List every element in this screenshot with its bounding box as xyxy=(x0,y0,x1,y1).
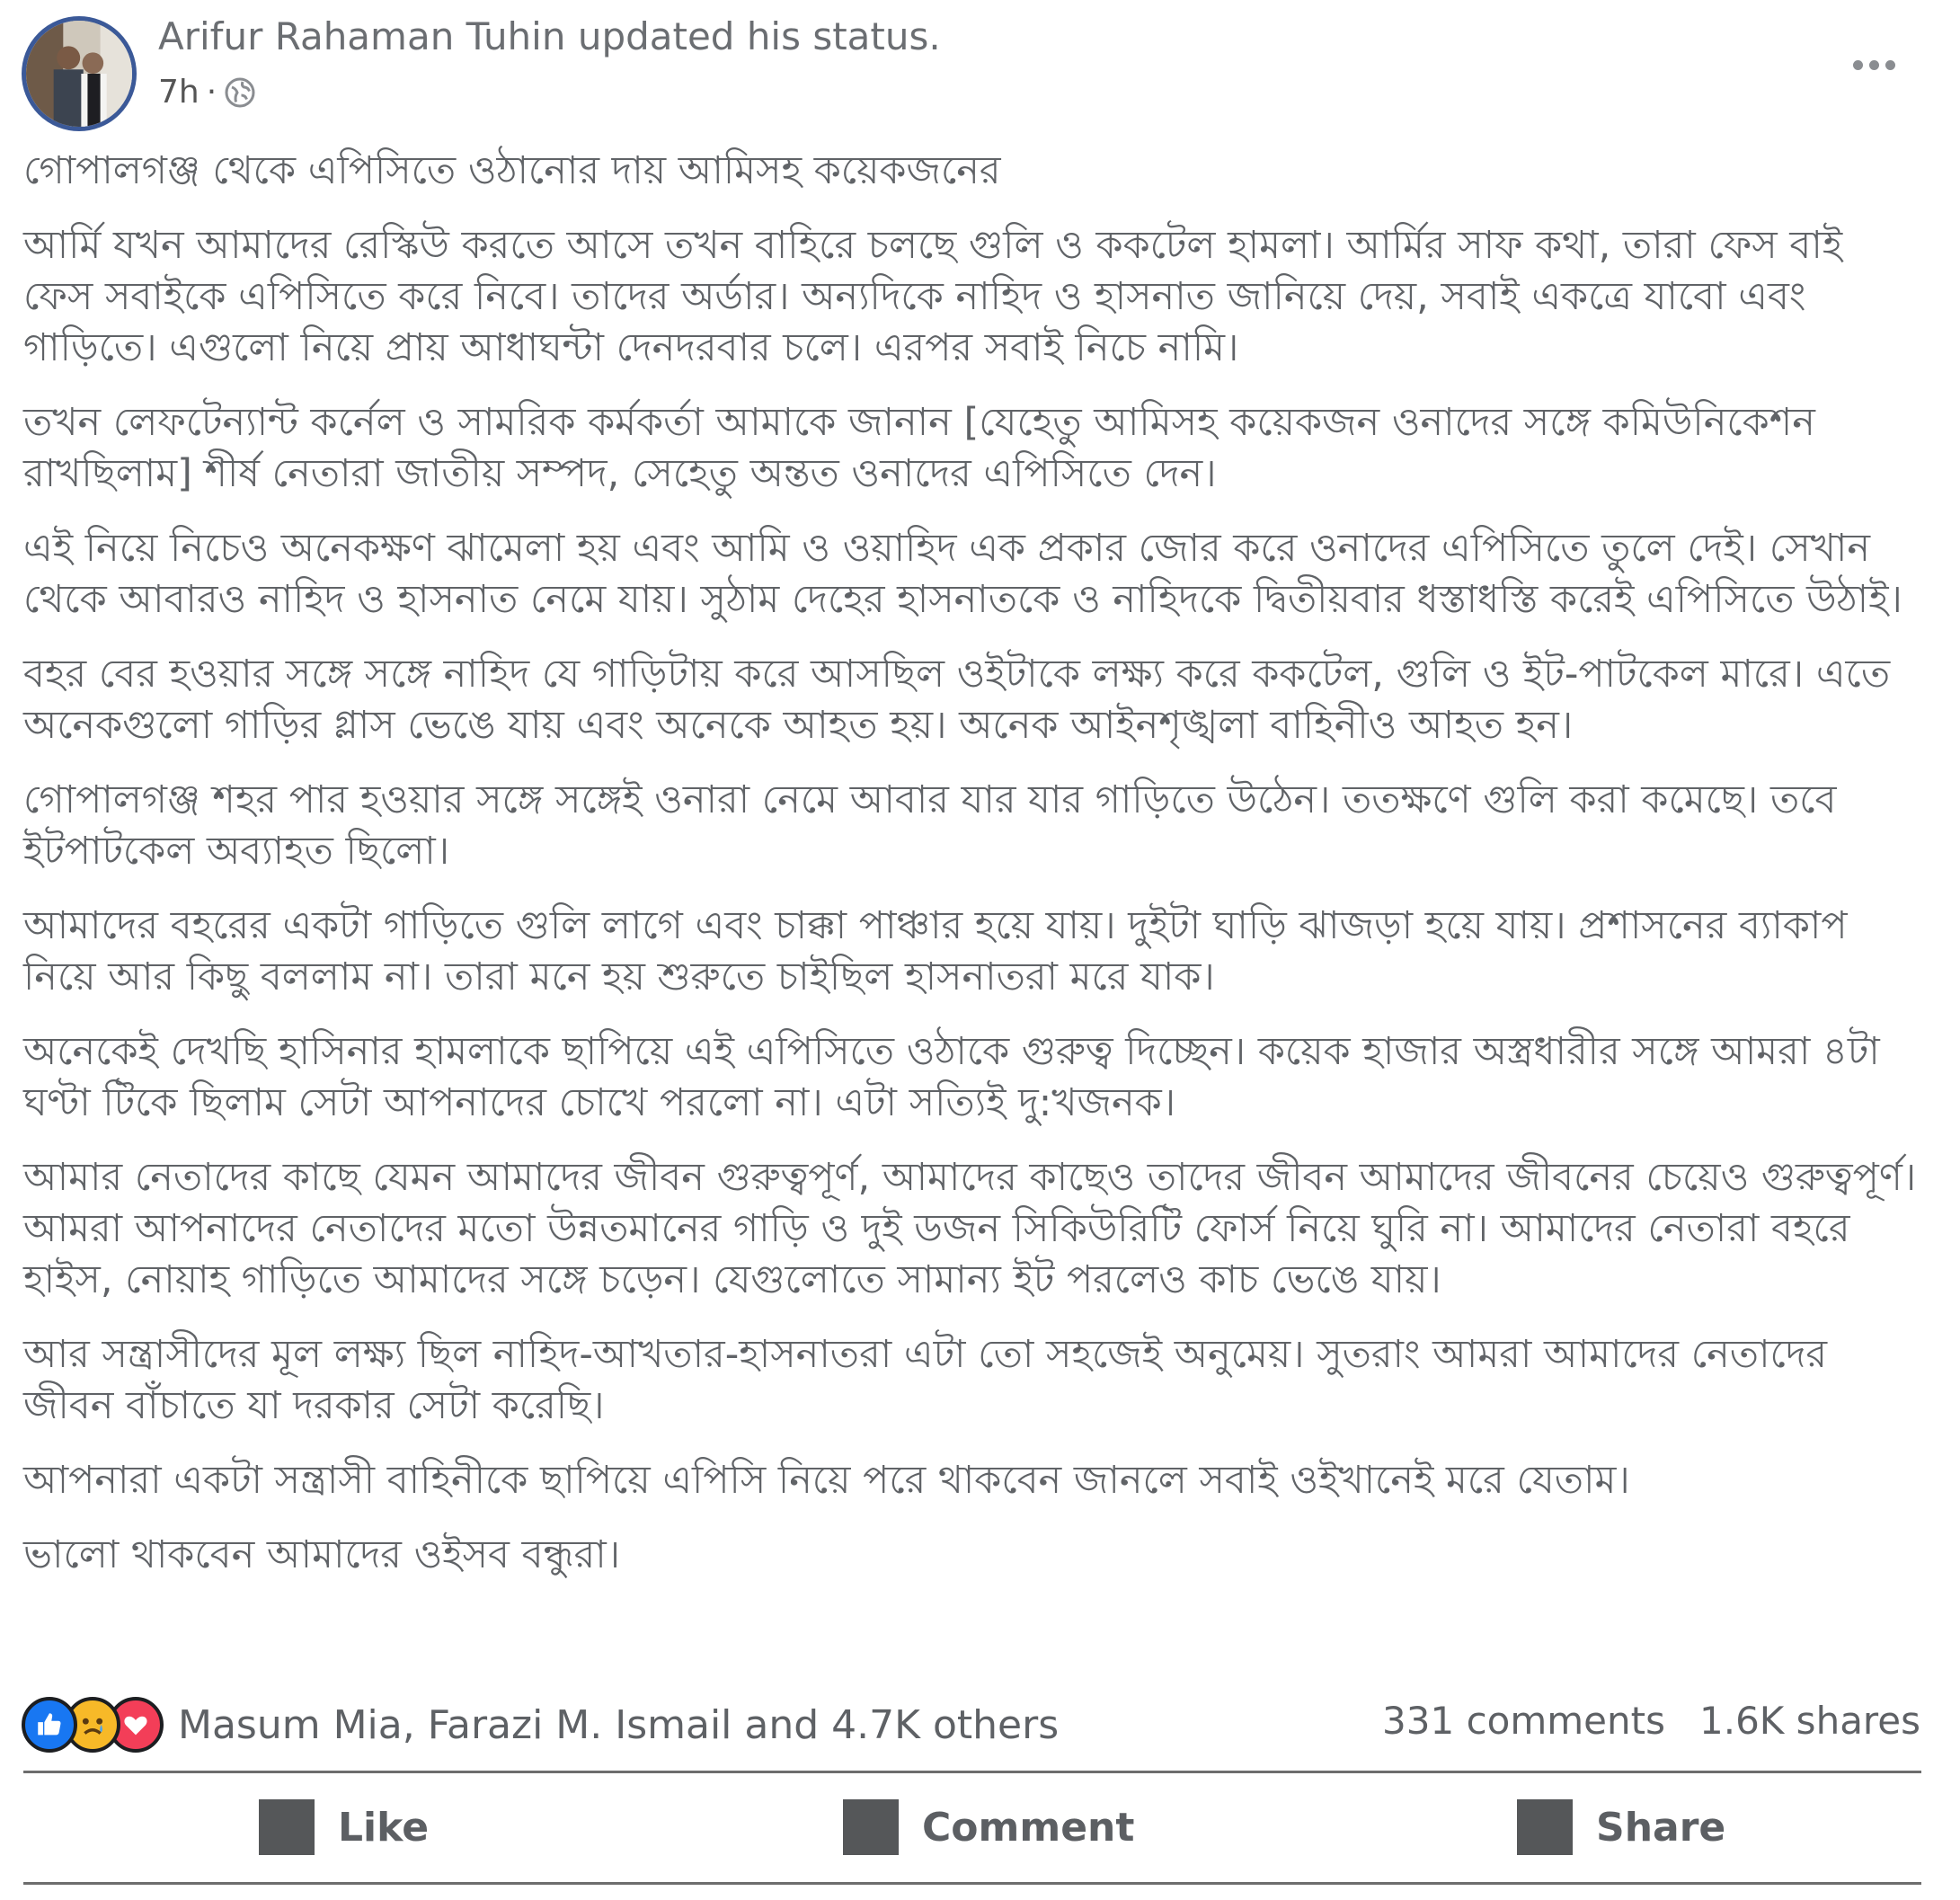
like-button-icon xyxy=(259,1799,315,1855)
share-button-icon xyxy=(1517,1799,1573,1855)
post-meta: 7h · xyxy=(158,74,256,111)
divider xyxy=(23,1771,1921,1773)
shares-count[interactable]: 1.6K shares xyxy=(1699,1699,1920,1743)
like-button[interactable]: Like xyxy=(259,1798,429,1856)
more-options-button[interactable] xyxy=(1842,47,1905,83)
more-dot-icon xyxy=(1852,59,1863,70)
post-paragraph: আমাদের বহরের একটা গাড়িতে গুলি লাগে এবং … xyxy=(23,903,1848,999)
post-author-line[interactable]: Arifur Rahaman Tuhin updated his status. xyxy=(158,14,941,58)
divider xyxy=(23,1882,1921,1885)
avatar[interactable] xyxy=(22,16,137,131)
post-timestamp[interactable]: 7h xyxy=(158,74,200,111)
share-button[interactable]: Share xyxy=(1517,1798,1725,1856)
more-dot-icon xyxy=(1868,59,1879,70)
post-paragraph: এই নিয়ে নিচেও অনেকক্ষণ ঝামেলা হয় এবং আ… xyxy=(23,526,1902,622)
avatar-photo xyxy=(26,21,132,127)
globe-icon[interactable] xyxy=(224,76,256,109)
post-paragraph: আর্মি যখন আমাদের রেস্কিউ করতে আসে তখন বা… xyxy=(23,223,1843,370)
post-paragraph: আমার নেতাদের কাছে যেমন আমাদের জীবন গুরুত… xyxy=(23,1155,1917,1302)
engagement-counts: 331 comments 1.6K shares xyxy=(1382,1699,1920,1743)
post-paragraph: আপনারা একটা সন্ত্রাসী বাহিনীকে ছাপিয়ে এ… xyxy=(23,1458,1630,1503)
comment-button-label: Comment xyxy=(922,1804,1135,1851)
reactors-text[interactable]: Masum Mia, Farazi M. Ismail and 4.7K oth… xyxy=(178,1702,1059,1748)
post-text: গোপালগঞ্জ থেকে এপিসিতে ওঠানোর দায় আমিসহ… xyxy=(23,146,1924,1604)
reactions-summary[interactable]: Masum Mia, Farazi M. Ismail and 4.7K oth… xyxy=(22,1693,1059,1756)
action-bar: Like Comment Share xyxy=(23,1776,1921,1882)
post-paragraph: অনেকেই দেখছি হাসিনার হামলাকে ছাপিয়ে এই … xyxy=(23,1029,1880,1125)
like-icon xyxy=(22,1697,77,1753)
post-paragraph: আর সন্ত্রাসীদের মূল লক্ষ্য ছিল নাহিদ-আখত… xyxy=(23,1332,1828,1428)
post-paragraph: তখন লেফটেন্যান্ট কর্নেল ও সামরিক কর্মকর্… xyxy=(23,400,1815,496)
comments-count[interactable]: 331 comments xyxy=(1382,1699,1665,1743)
comment-button-icon xyxy=(843,1799,899,1855)
status-post: Arifur Rahaman Tuhin updated his status.… xyxy=(0,0,1960,1900)
post-paragraph: গোপালগঞ্জ থেকে এপিসিতে ওঠানোর দায় আমিসহ… xyxy=(23,148,1001,193)
post-paragraph: গোপালগঞ্জ শহর পার হওয়ার সঙ্গে সঙ্গেই ওন… xyxy=(23,777,1837,874)
like-button-label: Like xyxy=(338,1804,430,1851)
meta-separator: · xyxy=(206,74,217,111)
more-dot-icon xyxy=(1885,59,1895,70)
post-paragraph: বহর বের হওয়ার সঙ্গে সঙ্গে নাহিদ যে গাড়… xyxy=(23,652,1891,748)
post-paragraph: ভালো থাকবেন আমাদের ওইসব বন্ধুরা। xyxy=(23,1532,621,1577)
share-button-label: Share xyxy=(1596,1804,1726,1851)
comment-button[interactable]: Comment xyxy=(843,1798,1134,1856)
